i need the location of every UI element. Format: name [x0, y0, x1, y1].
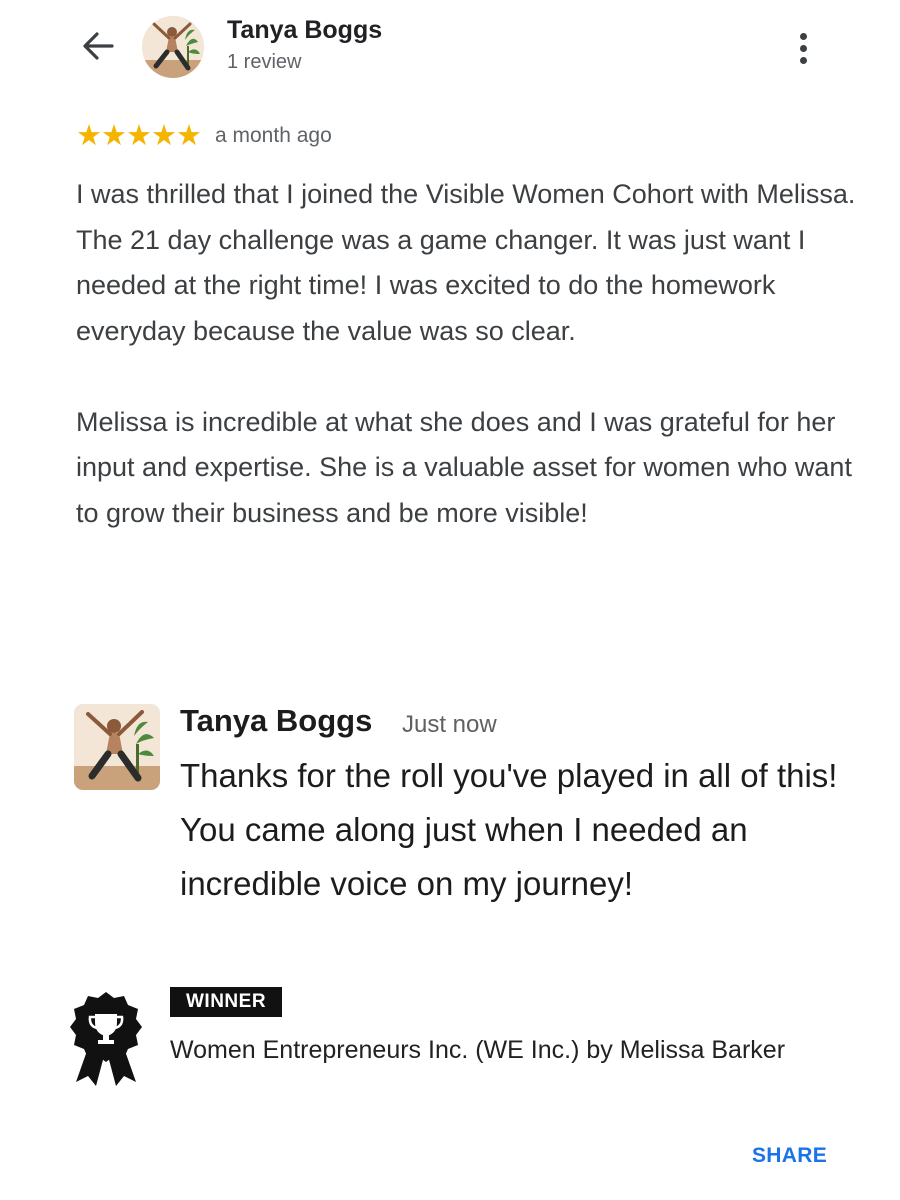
- back-button[interactable]: [78, 30, 118, 66]
- reply-avatar: [74, 704, 160, 790]
- arrow-left-icon: [81, 31, 115, 66]
- reviewer-name[interactable]: Tanya Boggs: [227, 16, 382, 45]
- reply-author-name[interactable]: Tanya Boggs: [180, 703, 372, 739]
- award-ribbon-icon: [66, 990, 146, 1090]
- reply-message: Thanks for the roll you've played in all…: [180, 757, 838, 902]
- more-vertical-icon: [799, 32, 807, 40]
- star-rating: ★★★★★: [76, 120, 202, 152]
- review-paragraph: Melissa is incredible at what she does a…: [76, 406, 852, 528]
- more-vertical-icon-dot: [799, 56, 807, 64]
- share-button[interactable]: SHARE: [752, 1144, 827, 1168]
- more-vertical-icon-dot: [799, 44, 807, 52]
- rating-row: ★★★★★ a month ago: [76, 120, 332, 152]
- award-title: Women Entrepreneurs Inc. (WE Inc.) by Me…: [170, 1036, 786, 1064]
- review-text: I was thrilled that I joined the Visible…: [76, 172, 856, 582]
- review-paragraph: I was thrilled that I joined the Visible…: [76, 179, 856, 346]
- review-count: 1 review: [227, 51, 302, 73]
- more-options-button[interactable]: [786, 28, 820, 68]
- winner-badge: WINNER: [170, 987, 283, 1017]
- review-date: a month ago: [215, 124, 332, 147]
- reviewer-avatar[interactable]: [142, 16, 204, 78]
- reply-timestamp: Just now: [402, 711, 497, 738]
